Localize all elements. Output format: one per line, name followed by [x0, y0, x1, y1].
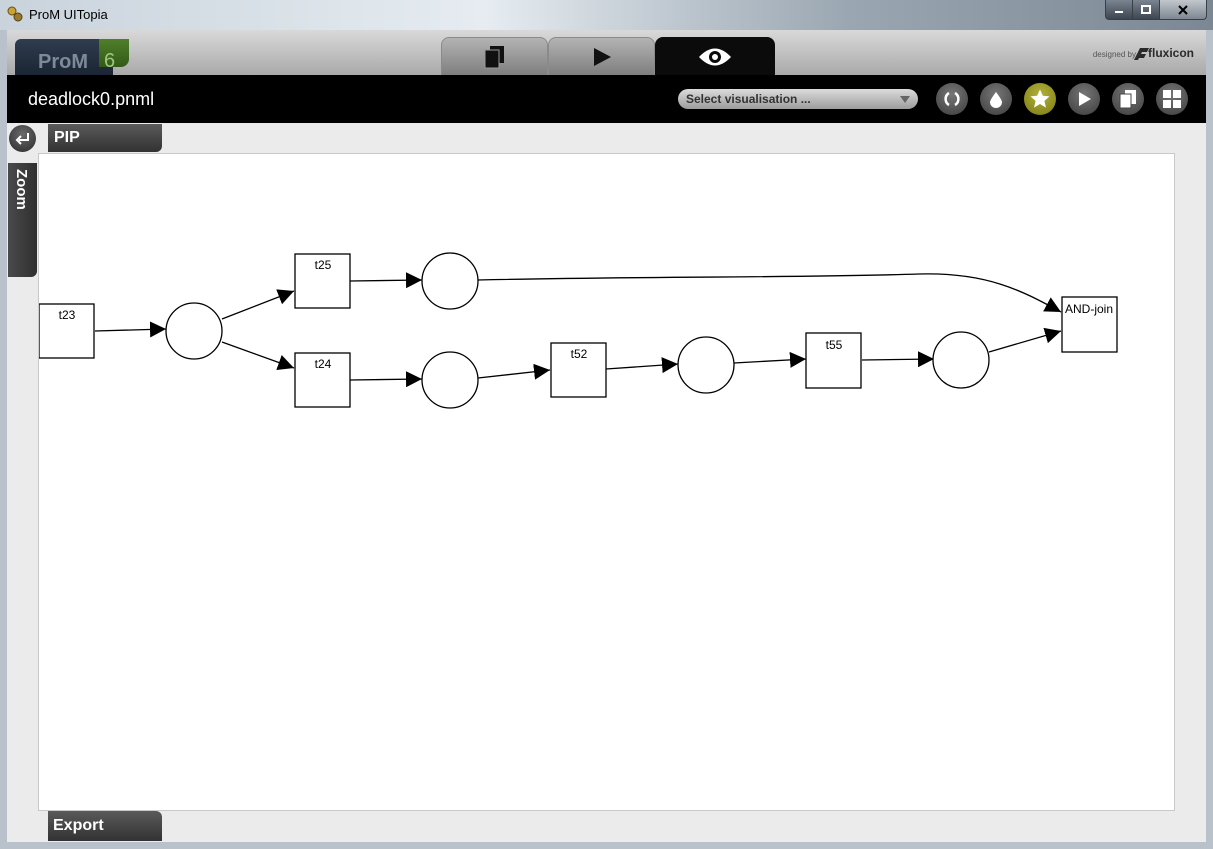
pip-label: PIP — [54, 129, 80, 146]
drop-button[interactable] — [980, 83, 1012, 115]
play-button[interactable] — [1068, 83, 1100, 115]
logo-version: 6 — [104, 50, 116, 72]
zoom-label: Zoom — [13, 169, 30, 210]
place-p1[interactable] — [165, 302, 223, 360]
grid-button[interactable] — [1156, 83, 1188, 115]
arc-t52-p4 — [605, 357, 679, 374]
transition-label: t55 — [826, 338, 843, 352]
copy-button[interactable] — [1112, 83, 1144, 115]
prom-app-icon — [7, 6, 23, 22]
arc-p1-t24 — [221, 341, 295, 371]
drop-icon — [990, 92, 1002, 108]
place-p3[interactable] — [421, 351, 479, 409]
arc-p5-and — [988, 327, 1062, 353]
transition-label: AND-join — [1065, 302, 1113, 316]
return-arrow-icon — [15, 132, 29, 145]
export-panel-tab[interactable]: Export — [48, 811, 162, 841]
arc-p3-t52 — [477, 363, 551, 380]
refresh-icon — [944, 91, 960, 107]
minimize-button[interactable] — [1105, 0, 1133, 20]
star-icon — [1030, 89, 1050, 108]
back-button[interactable] — [9, 125, 36, 152]
arc-p4-t55 — [733, 351, 807, 368]
petri-net-diagram: t23 t25 t24 t52 t55 AND-join — [38, 252, 1118, 409]
close-icon — [1178, 4, 1188, 15]
tab-views[interactable] — [655, 37, 775, 76]
fluxicon-brand: fluxicon — [1147, 46, 1194, 60]
arc-t23-p1 — [94, 321, 167, 338]
window-titlebar: ProM UITopia — [0, 0, 1213, 30]
designed-by-text: designed by — [1092, 50, 1136, 59]
close-button[interactable] — [1160, 0, 1207, 20]
logo-text: ProM — [38, 51, 88, 73]
main-tabs — [441, 37, 775, 76]
maximize-button[interactable] — [1133, 0, 1160, 20]
minimize-icon — [1115, 10, 1123, 13]
arc-p1-t25 — [221, 289, 295, 320]
place-p4[interactable] — [677, 336, 735, 394]
grid-icon — [1163, 90, 1181, 108]
refresh-button[interactable] — [936, 83, 968, 115]
play-icon — [1079, 92, 1091, 106]
eye-icon — [699, 48, 731, 66]
tab-actions[interactable] — [548, 37, 655, 76]
arc-t25-p2 — [349, 272, 423, 289]
play-icon — [593, 48, 611, 66]
favorite-button[interactable] — [1024, 83, 1056, 115]
app-header: ProM 6 designed by fluxicon — [7, 30, 1206, 76]
tab-workspace[interactable] — [441, 37, 548, 76]
arc-t55-p5 — [861, 351, 935, 368]
arc-t24-p3 — [349, 371, 423, 388]
prom-logo: ProM 6 — [15, 39, 131, 75]
maximize-icon — [1141, 4, 1151, 14]
petri-net-canvas[interactable]: t23 t25 t24 t52 t55 AND-join — [38, 153, 1175, 811]
place-p2[interactable] — [421, 252, 479, 310]
export-label: Export — [53, 817, 104, 834]
zoom-panel-tab[interactable]: Zoom — [8, 163, 37, 277]
documents-icon — [484, 46, 504, 69]
chevron-down-icon — [900, 96, 910, 103]
transition-label: t23 — [59, 308, 76, 322]
transition-label: t24 — [315, 357, 332, 371]
place-p5[interactable] — [932, 331, 990, 389]
document-title: deadlock0.pnml — [28, 89, 155, 109]
visualisation-select[interactable]: Select visualisation ... — [678, 89, 918, 109]
arc-p2-and — [477, 273, 1062, 313]
pip-panel-tab[interactable]: PIP — [48, 124, 162, 152]
window-controls — [1105, 0, 1207, 20]
transition-label: t25 — [315, 258, 332, 272]
visualisation-select-value: Select visualisation ... — [686, 92, 811, 106]
copy-icon — [1119, 90, 1136, 109]
transition-label: t52 — [571, 347, 588, 361]
window-title: ProM UITopia — [29, 7, 108, 22]
view-toolbar: deadlock0.pnml Select visualisation ... — [7, 75, 1206, 123]
